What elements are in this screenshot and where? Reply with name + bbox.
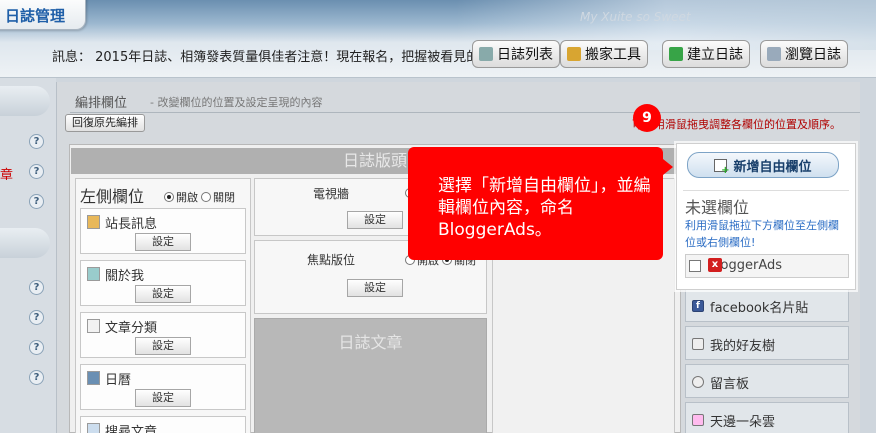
right-sidebar-list: f facebook名片貼 我的好友樹 留言板 天邊一朵雲 — [685, 288, 849, 433]
browse-blog-button[interactable]: 瀏覽日誌 — [760, 40, 848, 68]
help-icon[interactable]: ? — [29, 280, 44, 295]
left-column-toggle: 開啟 關閉 — [164, 189, 235, 205]
unselected-modules-panel: 新增自由欄位 未選欄位 利用滑鼠拖拉下方欄位至左側欄位或右側欄位! Blogge… — [676, 143, 856, 290]
module-card[interactable]: 文章分類 設定 — [80, 312, 246, 358]
settings-button[interactable]: 設定 — [347, 279, 403, 297]
section-divider — [70, 112, 860, 113]
settings-button[interactable]: 設定 — [135, 285, 191, 303]
add-document-icon — [714, 158, 729, 176]
panel-divider — [683, 190, 849, 191]
sidebar-item-friend-tree[interactable]: 我的好友樹 — [685, 326, 849, 360]
module-icon — [689, 260, 701, 272]
help-icon[interactable]: ? — [29, 164, 44, 179]
unselected-title: 未選欄位 — [685, 198, 750, 217]
unselected-description: 利用滑鼠拖拉下方欄位至左側欄位或右側欄位! — [685, 219, 839, 249]
plus-icon — [669, 47, 683, 61]
help-icon[interactable]: ? — [29, 194, 44, 209]
tree-icon — [692, 338, 704, 350]
settings-button[interactable]: 設定 — [347, 211, 403, 229]
section-title: 編排欄位 — [75, 96, 128, 111]
document-icon — [87, 319, 100, 333]
module-item-bloggerads[interactable]: BloggerAds x — [685, 254, 849, 278]
header-watermark: My Xuite so Sweet — [580, 10, 691, 24]
module-card[interactable]: 搜尋文章 — [80, 416, 246, 433]
article-area: 日誌文章 — [254, 318, 487, 433]
notice-text[interactable]: 訊息： 2015年日誌、相簿發表質量俱佳者注意！現在報名，把握被看見的機會 — [52, 46, 480, 65]
settings-button[interactable]: 設定 — [135, 233, 191, 251]
clipboard-icon — [87, 215, 100, 229]
module-card[interactable]: 站長訊息 設定 — [80, 208, 246, 254]
search-icon — [87, 423, 100, 433]
section-header: 編排欄位 - 改變欄位的位置及設定呈現的內容 — [65, 90, 860, 113]
profile-icon — [87, 267, 100, 281]
help-icon[interactable]: ? — [29, 134, 44, 149]
left-nav: ? 章 ? ? ? ? ? ? — [0, 78, 56, 433]
calendar-icon — [87, 371, 100, 385]
migration-tool-button[interactable]: 搬家工具 — [560, 40, 648, 68]
top-header: 日誌管理 My Xuite so Sweet 訊息： 2015年日誌、相簿發表質… — [0, 0, 876, 78]
drag-hint-text: 可利用滑鼠拖曳調整各欄位的位置及順序。 — [632, 118, 841, 131]
radio-off[interactable] — [201, 192, 211, 202]
blog-list-button[interactable]: 日誌列表 — [472, 40, 560, 68]
list-icon — [479, 47, 493, 61]
chat-icon — [692, 376, 704, 388]
settings-button[interactable]: 設定 — [135, 337, 191, 355]
truck-icon — [567, 47, 581, 61]
help-icon[interactable]: ? — [29, 310, 44, 325]
tutorial-callout: 選擇「新增自由欄位」，並編輯欄位內容，命名BloggerAds。 — [408, 147, 673, 260]
nav-truncated-label[interactable]: 章 — [0, 164, 13, 183]
restore-layout-button[interactable]: 回復原先編排 — [65, 114, 145, 132]
help-icon[interactable]: ? — [29, 370, 44, 385]
sidebar-item-facebook[interactable]: f facebook名片貼 — [685, 288, 849, 322]
sidebar-item-guestbook[interactable]: 留言板 — [685, 364, 849, 398]
module-card[interactable]: 日曆 設定 — [80, 364, 246, 410]
delete-icon[interactable]: x — [708, 258, 722, 272]
settings-button[interactable]: 設定 — [135, 389, 191, 407]
magnifier-icon — [767, 47, 781, 61]
app-title: 日誌管理 — [5, 7, 66, 25]
nav-bubble — [0, 86, 50, 116]
help-icon[interactable]: ? — [29, 340, 44, 355]
step-number-badge: 9 — [633, 104, 661, 132]
left-column-title: 左側欄位 — [80, 187, 145, 206]
callout-text: 選擇「新增自由欄位」，並編輯欄位內容，命名BloggerAds。 — [438, 176, 651, 240]
cloud-icon — [692, 414, 704, 426]
add-free-module-button[interactable]: 新增自由欄位 — [687, 152, 839, 178]
module-card[interactable]: 關於我 設定 — [80, 260, 246, 306]
app-title-tab[interactable]: 日誌管理 — [0, 0, 86, 30]
article-label: 日誌文章 — [338, 333, 403, 352]
nav-bubble — [0, 228, 50, 258]
section-description: - 改變欄位的位置及設定呈現的內容 — [150, 96, 323, 109]
facebook-icon: f — [692, 300, 704, 312]
create-blog-button[interactable]: 建立日誌 — [662, 40, 750, 68]
left-column: 左側欄位 開啟 關閉 站長訊息 設定 關於我 設定 文章分類 設定 日曆 設定 … — [75, 178, 251, 433]
radio-on[interactable] — [164, 192, 174, 202]
sidebar-item-cloud[interactable]: 天邊一朵雲 — [685, 402, 849, 433]
